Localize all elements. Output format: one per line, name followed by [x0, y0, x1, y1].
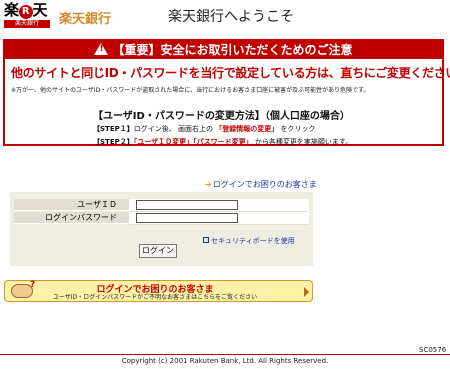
- security-keyboard-label: セキュリティボードを使用: [211, 237, 295, 245]
- login-trouble-banner[interactable]: ? ログインでお困りのお客さま ユーザID・ログインパスワードがご不明なお客さま…: [4, 280, 313, 302]
- step2-highlight-b: 「パスワード変更」: [193, 138, 253, 146]
- password-label-cell: ログインパスワード: [14, 212, 129, 224]
- security-keyboard-link[interactable]: セキュリティボードを使用: [203, 236, 295, 246]
- header: 楽R天 楽天銀行 楽天銀行 楽天銀行へようこそ: [0, 0, 450, 34]
- step1-highlight: 「登録情報の変更」: [215, 125, 279, 133]
- security-warning-box: ! 【重要】安全にお取引いただくためのご注意 他のサイトと同じID・パスワードを当…: [3, 39, 450, 147]
- keyboard-icon: [203, 237, 209, 243]
- warning-title-bar: ! 【重要】安全にお取引いただくためのご注意: [5, 41, 442, 59]
- warning-main-message: 他のサイトと同じID・パスワードを当行で設定している方は、直ちにご変更ください。: [11, 66, 450, 80]
- chevron-right-icon: [304, 287, 309, 297]
- login-help-link-label: ログインでお困りのお客さま: [212, 180, 317, 189]
- login-form: ユーザＩＤ ログインパスワード セキュリティボードを使用 ログイン: [10, 192, 313, 266]
- warning-title: 【重要】安全にお取引いただくためのご注意: [112, 43, 353, 57]
- step2-highlight-a: 「ユーザＩＤ変更」: [133, 138, 194, 146]
- procedure-heading: 【ユーザID・パスワードの変更方法】（個人口座の場合）: [93, 111, 350, 122]
- userid-field-cell: [129, 199, 309, 212]
- password-field-cell: [129, 212, 309, 225]
- password-row: ログインパスワード: [14, 212, 309, 225]
- userid-input[interactable]: [136, 200, 238, 210]
- login-fields: ユーザＩＤ ログインパスワード: [14, 199, 309, 225]
- warning-icon: !: [94, 43, 109, 55]
- procedure-step-2: 【STEP２】「ユーザＩＤ変更」「パスワード変更」 から各種変更を実施願います。: [93, 137, 352, 147]
- arrow-right-icon: ➔: [205, 180, 212, 189]
- page-title: 楽天銀行へようこそ: [168, 9, 294, 25]
- logo-subtitle: 楽天銀行: [4, 20, 50, 28]
- login-help-link[interactable]: ➔ログインでお困りのお客さま: [205, 179, 317, 190]
- trouble-banner-subtitle: ユーザID・ログインパスワードがご不明なお客さまはこちらをご覧ください: [52, 294, 258, 301]
- step1-label: 【STEP１】: [93, 125, 134, 133]
- warning-note: ※万が一、他のサイトのユーザID・パスワードが盗取された場合に、当行におけるお客…: [11, 87, 370, 94]
- footer-divider: [0, 354, 450, 355]
- logo-wordmark: 楽R天: [4, 2, 53, 19]
- step1-text-a: ログイン後、 画面右上の: [133, 125, 213, 133]
- step2-text: から各種変更を実施願います。: [254, 138, 353, 146]
- warning-icon-mark: !: [99, 44, 104, 54]
- rakuten-logo[interactable]: 楽R天 楽天銀行: [4, 2, 53, 29]
- brand-name: 楽天銀行: [59, 12, 112, 27]
- password-label: ログインパスワード: [45, 213, 117, 222]
- procedure-step-1: 【STEP１】ログイン後、 画面右上の 「登録情報の変更」 をクリック: [93, 124, 315, 134]
- page-code: SC0576: [419, 346, 447, 354]
- userid-label: ユーザＩＤ: [77, 200, 117, 209]
- step2-label: 【STEP２】: [93, 138, 134, 146]
- step1-text-b: をクリック: [280, 125, 316, 133]
- login-button[interactable]: ログイン: [139, 244, 177, 258]
- copyright: Copyright (c) 2001 Rakuten Bank, Ltd. Al…: [121, 357, 329, 365]
- logo-char-left: 楽: [4, 1, 19, 19]
- userid-row: ユーザＩＤ: [14, 199, 309, 212]
- userid-label-cell: ユーザＩＤ: [14, 199, 129, 211]
- logo-char-right: 天: [32, 1, 48, 19]
- logo-r-mark: R: [18, 5, 33, 19]
- password-input[interactable]: [136, 213, 238, 223]
